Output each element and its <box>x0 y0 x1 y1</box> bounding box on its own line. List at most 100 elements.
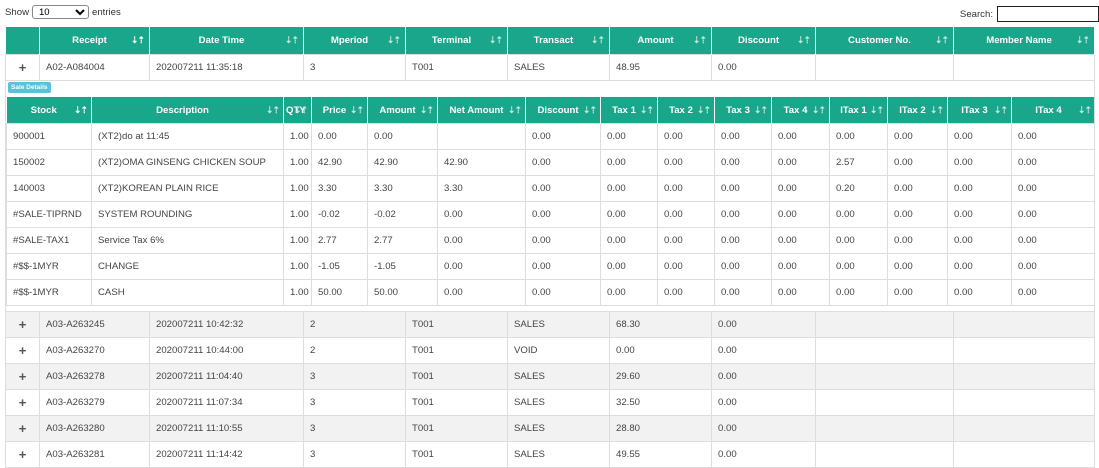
detail-cell-itax1: 0.00 <box>829 279 888 306</box>
dcol-price[interactable]: Price ⇣⇡ <box>311 97 368 124</box>
cell-customer <box>815 311 954 338</box>
dcol-itax2[interactable]: ITax 2 ⇣⇡ <box>887 97 948 124</box>
table-row[interactable]: + A03-A263280 202007211 11:10:55 3 T001 SALES… <box>5 415 1095 442</box>
detail-cell-price: 0.00 <box>311 123 368 150</box>
detail-cell-tax1: 0.00 <box>600 227 658 254</box>
table-row[interactable]: + A03-A263245 202007211 10:42:32 2 T001 SALES… <box>5 311 1095 338</box>
detail-cell-tax3: 0.00 <box>714 227 772 254</box>
detail-cell-discount: 0.00 <box>525 149 601 176</box>
cell-terminal: T001 <box>405 441 508 468</box>
sort-icon: ⇣⇡ <box>811 105 826 115</box>
detail-cell-tax3: 0.00 <box>714 175 772 202</box>
entries-select[interactable]: 10 <box>32 5 89 19</box>
dcol-discount-label: Discount <box>537 104 579 116</box>
table-row[interactable]: + A03-A263281 202007211 11:14:42 3 T001 SALES… <box>5 441 1095 468</box>
expand-icon[interactable]: + <box>5 415 40 442</box>
cell-mperiod: 2 <box>303 311 406 338</box>
expand-icon[interactable]: + <box>5 311 40 338</box>
sort-icon: ⇣⇡ <box>993 105 1008 115</box>
detail-cell-itax2: 0.00 <box>887 227 948 254</box>
detail-cell-itax2: 0.00 <box>887 279 948 306</box>
dcol-itax1[interactable]: ITax 1 ⇣⇡ <box>829 97 888 124</box>
dcol-description-label: Description <box>156 104 209 116</box>
dcol-itax4[interactable]: ITax 4 ⇣⇡ <box>1011 97 1094 124</box>
detail-rows: 900001 (XT2)do at 11:45 1.00 0.00 0.00 0.00 0.… <box>6 123 1094 306</box>
detail-cell-itax4: 0.00 <box>1011 227 1094 254</box>
dcol-net-amount[interactable]: Net Amount ⇣⇡ <box>437 97 526 124</box>
dcol-qty[interactable]: QTY ⇣⇡ <box>283 97 312 124</box>
detail-cell-tax1: 0.00 <box>600 253 658 280</box>
dcol-itax1-label: ITax 1 <box>840 104 867 116</box>
sort-icon: ⇣⇡ <box>1077 105 1092 115</box>
dcol-tax1[interactable]: Tax 1 ⇣⇡ <box>600 97 658 124</box>
col-transact[interactable]: Transact ⇣⇡ <box>507 27 610 55</box>
sort-icon: ⇣⇡ <box>582 105 597 115</box>
cell-mperiod: 2 <box>303 337 406 364</box>
col-mperiod[interactable]: Mperiod ⇣⇡ <box>303 27 406 55</box>
cell-receipt: A03-A263279 <box>39 389 150 416</box>
detail-cell-tax4: 0.00 <box>771 149 830 176</box>
detail-cell-stock: #SALE-TIPRND <box>6 201 92 228</box>
sort-icon: ⇣⇡ <box>929 105 944 115</box>
col-receipt[interactable]: Receipt ⇣⇡ <box>39 27 150 55</box>
sort-icon: ⇣⇡ <box>590 35 605 45</box>
dcol-itax3[interactable]: ITax 3 ⇣⇡ <box>947 97 1012 124</box>
dcol-tax3[interactable]: Tax 3 ⇣⇡ <box>714 97 772 124</box>
detail-cell-amount: 2.77 <box>367 227 438 254</box>
col-amount[interactable]: Amount ⇣⇡ <box>609 27 712 55</box>
dcol-tax4[interactable]: Tax 4 ⇣⇡ <box>771 97 830 124</box>
sale-details-button[interactable]: Sale Details <box>8 82 51 93</box>
col-member-name[interactable]: Member Name ⇣⇡ <box>953 27 1095 55</box>
detail-cell-description: CHANGE <box>91 253 284 280</box>
sort-icon: ⇣⇡ <box>507 105 522 115</box>
col-date-time[interactable]: Date Time ⇣⇡ <box>149 27 304 55</box>
cell-terminal: T001 <box>405 389 508 416</box>
dcol-itax4-label: ITax 4 <box>1035 104 1062 116</box>
dcol-tax2[interactable]: Tax 2 ⇣⇡ <box>657 97 715 124</box>
cell-transact: SALES <box>507 54 610 81</box>
detail-cell-stock: 150002 <box>6 149 92 176</box>
detail-cell-tax2: 0.00 <box>657 201 715 228</box>
detail-cell-qty: 1.00 <box>283 175 312 202</box>
cell-customer <box>815 415 954 442</box>
expand-icon[interactable]: + <box>5 441 40 468</box>
dcol-amount[interactable]: Amount ⇣⇡ <box>367 97 438 124</box>
detail-cell-amount: 0.00 <box>367 123 438 150</box>
sort-icon: ⇣⇡ <box>284 35 299 45</box>
detail-cell-description: CASH <box>91 279 284 306</box>
col-customer-no[interactable]: Customer No. ⇣⇡ <box>815 27 954 55</box>
detail-cell-description: (XT2)OMA GINSENG CHICKEN SOUP <box>91 149 284 176</box>
cell-member <box>953 441 1095 468</box>
detail-cell-tax4: 0.00 <box>771 175 830 202</box>
expand-icon[interactable]: + <box>5 363 40 390</box>
cell-receipt: A02-A084004 <box>39 54 150 81</box>
cell-datetime: 202007211 11:10:55 <box>149 415 304 442</box>
sort-icon: ⇣⇡ <box>696 105 711 115</box>
col-terminal[interactable]: Terminal ⇣⇡ <box>405 27 508 55</box>
dcol-stock[interactable]: Stock ⇣⇡ <box>6 97 92 124</box>
main-header-row: Receipt ⇣⇡ Date Time ⇣⇡ Mperiod ⇣⇡ Terminal… <box>5 27 1095 55</box>
table-row[interactable]: + A03-A263270 202007211 10:44:00 2 T001 VOID 0… <box>5 337 1095 364</box>
cell-receipt: A03-A263281 <box>39 441 150 468</box>
dcol-amount-label: Amount <box>379 104 416 116</box>
table-row[interactable]: + A03-A263279 202007211 11:07:34 3 T001 SALES… <box>5 389 1095 416</box>
expand-icon[interactable]: + <box>5 337 40 364</box>
detail-cell-itax4: 0.00 <box>1011 149 1094 176</box>
receipts-table: Receipt ⇣⇡ Date Time ⇣⇡ Mperiod ⇣⇡ Terminal… <box>5 27 1095 468</box>
col-receipt-label: Receipt <box>72 35 107 46</box>
table-row[interactable]: + A02-A084004 202007211 11:35:18 3 T001 … <box>5 54 1095 81</box>
cell-customer <box>815 441 954 468</box>
table-row[interactable]: + A03-A263278 202007211 11:04:40 3 T001 SALES… <box>5 363 1095 390</box>
detail-cell-net-amount <box>437 123 526 150</box>
expand-icon[interactable]: + <box>5 389 40 416</box>
col-discount[interactable]: Discount ⇣⇡ <box>711 27 816 55</box>
cell-amount: 29.60 <box>609 363 712 390</box>
dcol-discount[interactable]: Discount ⇣⇡ <box>525 97 601 124</box>
detail-cell-discount: 0.00 <box>525 201 601 228</box>
expand-icon[interactable]: + <box>5 54 40 81</box>
dcol-description[interactable]: Description ⇣⇡ <box>91 97 284 124</box>
cell-discount: 0.00 <box>711 337 816 364</box>
cell-discount: 0.00 <box>711 415 816 442</box>
search-input[interactable] <box>997 6 1099 22</box>
cell-terminal: T001 <box>405 363 508 390</box>
